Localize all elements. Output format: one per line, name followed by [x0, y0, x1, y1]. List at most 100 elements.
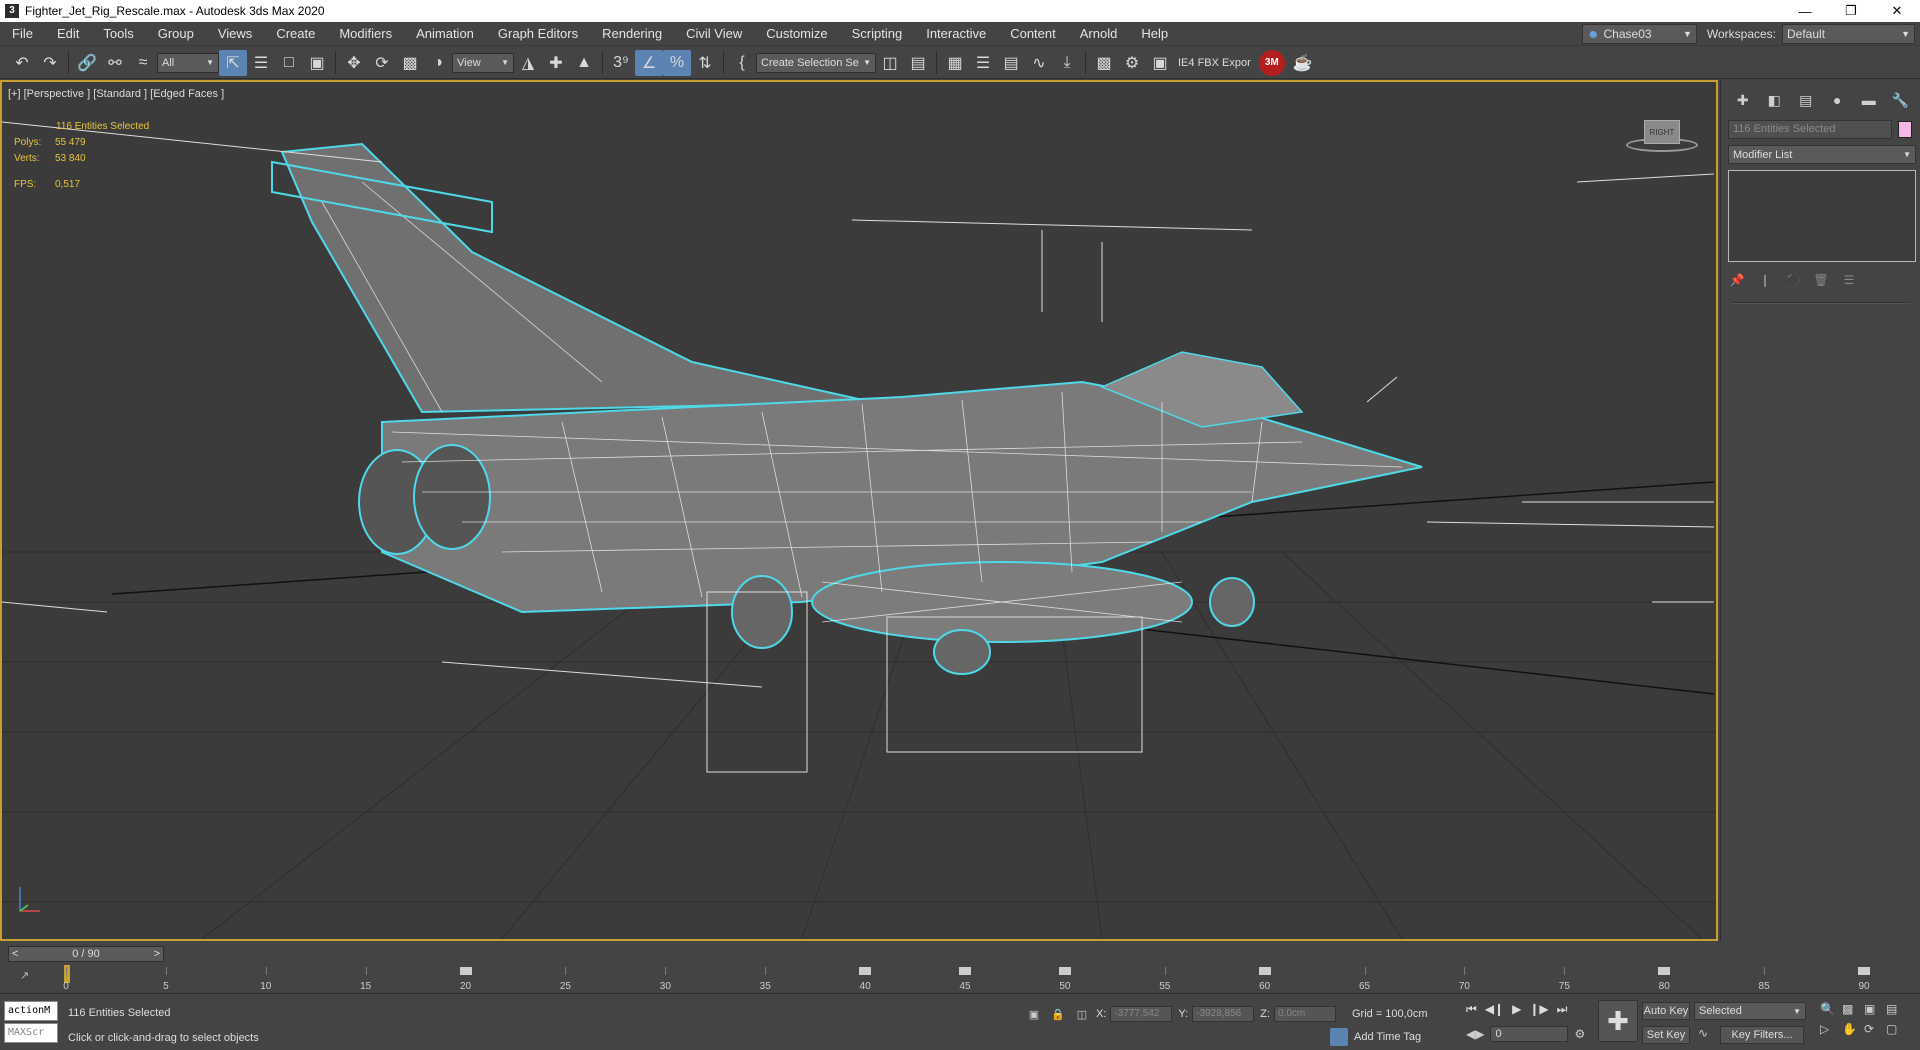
- viewport-label-menu[interactable]: [+] [Perspective ] [Standard ] [Edged Fa…: [8, 88, 224, 100]
- key-mode-toggle-icon[interactable]: ◀▶: [1466, 1027, 1484, 1041]
- fbx-export-label[interactable]: IE4 FBX Expor: [1178, 57, 1251, 69]
- percent-snap-icon[interactable]: %: [663, 49, 691, 76]
- mirror-icon[interactable]: ◫: [876, 50, 904, 76]
- curve-editor-mini-icon[interactable]: ↗: [20, 969, 29, 982]
- y-coordinate-field[interactable]: -3928,856: [1192, 1006, 1255, 1022]
- maxscript-macro-recorder[interactable]: actionM: [4, 1001, 58, 1021]
- keyframe-marker[interactable]: [1658, 967, 1671, 975]
- render-setup-icon[interactable]: ⚙: [1118, 50, 1146, 76]
- minimize-button[interactable]: —: [1782, 0, 1828, 22]
- add-time-tag[interactable]: Add Time Tag: [1330, 1028, 1421, 1046]
- spinner-snap-icon[interactable]: ⇅: [691, 50, 719, 76]
- material-editor-icon[interactable]: ▩: [1090, 50, 1118, 76]
- isolate-selection-icon[interactable]: ▣: [1024, 1008, 1044, 1021]
- render-teapot-icon[interactable]: ☕: [1289, 50, 1317, 76]
- rectangular-selection-icon[interactable]: □: [275, 50, 303, 76]
- menu-content[interactable]: Content: [998, 26, 1068, 41]
- object-color-swatch[interactable]: [1898, 121, 1912, 138]
- default-in-out-tangents-icon[interactable]: ∿: [1698, 1026, 1708, 1040]
- select-by-name-icon[interactable]: ☰: [247, 50, 275, 76]
- time-configuration-icon[interactable]: ⚙: [1574, 1027, 1585, 1041]
- field-of-view-icon[interactable]: ▷: [1820, 1022, 1842, 1036]
- configure-modifier-sets-icon[interactable]: ☰: [1839, 270, 1859, 290]
- menu-rendering[interactable]: Rendering: [590, 26, 674, 41]
- pan-view-icon[interactable]: ✋: [1842, 1022, 1864, 1036]
- zoom-extents-icon[interactable]: ▣: [1864, 1002, 1886, 1016]
- window-crossing-icon[interactable]: ▣: [303, 50, 331, 76]
- menu-scripting[interactable]: Scripting: [840, 26, 915, 41]
- motion-tab-icon[interactable]: ●: [1822, 88, 1854, 112]
- curve-editor-icon[interactable]: ∿: [1025, 50, 1053, 76]
- menu-arnold[interactable]: Arnold: [1068, 26, 1130, 41]
- menu-customize[interactable]: Customize: [754, 26, 839, 41]
- zoom-extents-all-icon[interactable]: ▤: [1886, 1002, 1908, 1016]
- bind-space-warp-icon[interactable]: ≈: [129, 50, 157, 76]
- link-icon[interactable]: 🔗: [73, 50, 101, 76]
- auto-key-button[interactable]: Auto Key: [1642, 1002, 1690, 1020]
- keyframe-marker[interactable]: [1258, 967, 1271, 975]
- pin-stack-icon[interactable]: 📌: [1727, 270, 1747, 290]
- schematic-view-icon[interactable]: ⤓: [1053, 50, 1081, 76]
- zoom-all-icon[interactable]: ▩: [1842, 1002, 1864, 1016]
- maximize-viewport-icon[interactable]: ▢: [1886, 1022, 1908, 1036]
- time-slider[interactable]: < 0 / 90 >: [8, 946, 164, 962]
- named-selection-set-dropdown[interactable]: Create Selection Se ▼: [756, 52, 876, 73]
- selection-lock-icon[interactable]: 🔒: [1048, 1008, 1068, 1021]
- menu-graph-editors[interactable]: Graph Editors: [486, 26, 590, 41]
- time-slider-next[interactable]: >: [154, 948, 160, 960]
- show-end-result-icon[interactable]: ❙: [1755, 270, 1775, 290]
- menu-edit[interactable]: Edit: [45, 26, 91, 41]
- snaps-toggle-icon[interactable]: 3⁹: [607, 50, 635, 76]
- menu-create[interactable]: Create: [264, 26, 327, 41]
- go-to-end-icon[interactable]: ⏭: [1557, 1002, 1568, 1017]
- move-icon[interactable]: ✥: [340, 50, 368, 76]
- keyframe-marker[interactable]: [1858, 967, 1870, 975]
- unlink-icon[interactable]: ⚯: [101, 50, 129, 76]
- perspective-viewport[interactable]: [+] [Perspective ] [Standard ] [Edged Fa…: [0, 80, 1718, 941]
- modifier-list-dropdown[interactable]: Modifier List ▼: [1728, 145, 1916, 164]
- zoom-icon[interactable]: 🔍: [1820, 1002, 1842, 1016]
- edit-named-selection-icon[interactable]: {: [728, 50, 756, 76]
- utilities-tab-icon[interactable]: 🔧: [1885, 88, 1917, 112]
- menu-group[interactable]: Group: [146, 26, 206, 41]
- user-account-dropdown[interactable]: ☻ Chase03 ▼: [1581, 24, 1697, 44]
- next-frame-icon[interactable]: ❙▶: [1529, 1002, 1548, 1017]
- set-key-button[interactable]: Set Key: [1642, 1026, 1690, 1044]
- keyframe-marker[interactable]: [1058, 967, 1071, 975]
- menu-civil-view[interactable]: Civil View: [674, 26, 754, 41]
- create-tab-icon[interactable]: ✚: [1727, 88, 1759, 112]
- maxscript-input[interactable]: MAXScr: [4, 1023, 58, 1043]
- reference-coordinate-dropdown[interactable]: View ▼: [452, 52, 514, 73]
- go-to-start-icon[interactable]: ⏮: [1466, 1002, 1477, 1017]
- undo-icon[interactable]: ↶: [8, 50, 36, 76]
- menu-views[interactable]: Views: [206, 26, 264, 41]
- time-slider-prev[interactable]: <: [12, 948, 18, 960]
- play-icon[interactable]: ▶: [1512, 1002, 1521, 1017]
- redo-icon[interactable]: ↷: [36, 50, 64, 76]
- toggle-ribbon-icon[interactable]: ▤: [997, 50, 1025, 76]
- menu-tools[interactable]: Tools: [91, 26, 145, 41]
- track-bar[interactable]: ↗ 0 5 10 15 20 25 30 35 40 45 50 55 60 65 70 75 80 85 90: [0, 965, 1920, 993]
- modifier-stack[interactable]: [1728, 170, 1916, 262]
- display-tab-icon[interactable]: ▬: [1853, 88, 1885, 112]
- menu-modifiers[interactable]: Modifiers: [327, 26, 404, 41]
- align-icon[interactable]: ▤: [904, 50, 932, 76]
- current-frame-field[interactable]: 0: [1490, 1026, 1569, 1042]
- rendered-frame-window-icon[interactable]: ▣: [1146, 50, 1174, 76]
- maxscript-listener[interactable]: actionM MAXScr: [4, 1001, 58, 1043]
- modify-tab-icon[interactable]: ◧: [1759, 88, 1791, 112]
- workspace-dropdown[interactable]: Default ▼: [1782, 24, 1915, 44]
- selection-filter-dropdown[interactable]: All ▼: [157, 52, 219, 73]
- make-unique-icon[interactable]: ⚫: [1783, 270, 1803, 290]
- remove-modifier-icon[interactable]: 🗑: [1811, 270, 1831, 290]
- keyframe-marker[interactable]: [859, 967, 872, 975]
- select-manipulate-icon[interactable]: ✚: [542, 50, 570, 76]
- viewcube[interactable]: RIGHT: [1626, 120, 1698, 160]
- close-button[interactable]: ✕: [1874, 0, 1920, 22]
- orbit-icon[interactable]: ⟳: [1864, 1022, 1886, 1036]
- scene-explorer-icon[interactable]: ▦: [941, 50, 969, 76]
- viewcube-face-right[interactable]: RIGHT: [1644, 120, 1680, 144]
- keyframe-marker[interactable]: [959, 967, 971, 975]
- previous-frame-icon[interactable]: ◀❙: [1485, 1002, 1504, 1017]
- z-coordinate-field[interactable]: 0,0cm: [1273, 1006, 1336, 1022]
